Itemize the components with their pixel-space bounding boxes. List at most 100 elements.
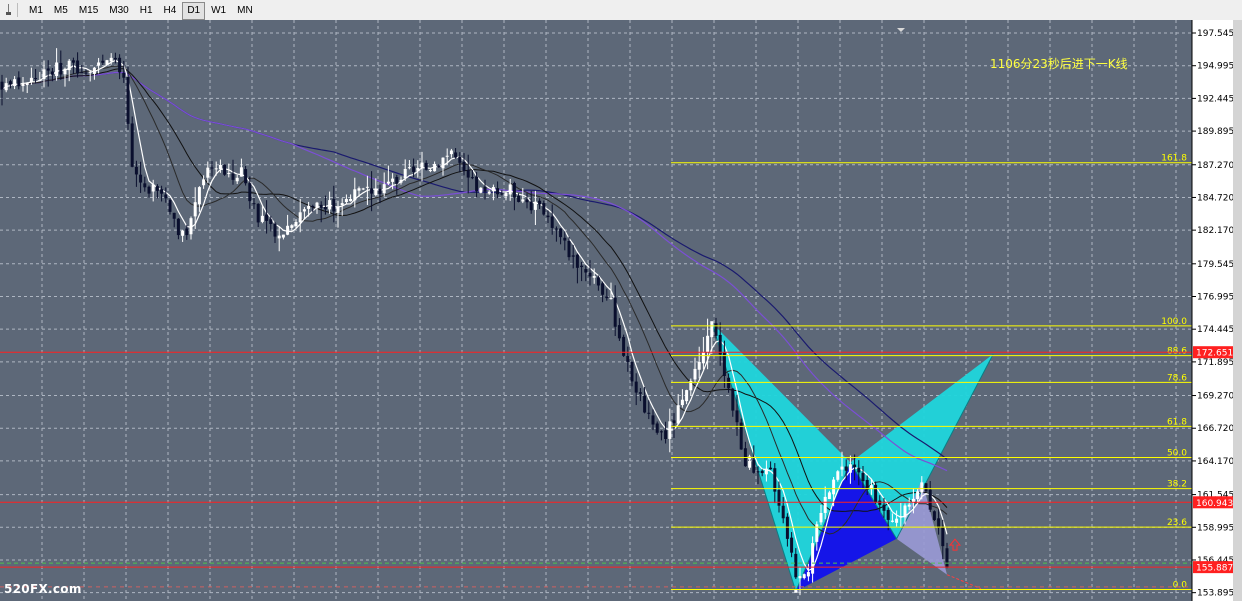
timeframe-w1-button[interactable]: W1: [206, 2, 231, 20]
candle-body: [55, 62, 59, 77]
candle-body: [718, 334, 722, 355]
candle-body: [168, 200, 172, 212]
candle-body: [882, 504, 886, 511]
candle-body: [756, 471, 760, 473]
candle-body: [399, 179, 403, 183]
timeframe-m1-button[interactable]: M1: [24, 2, 48, 20]
candle-body: [945, 548, 949, 568]
axis-tick-label: 189.895: [1197, 127, 1233, 137]
candle-body: [164, 194, 168, 199]
candle-body: [458, 156, 462, 163]
candle-body: [735, 410, 739, 423]
candle-body: [197, 187, 201, 205]
candle-body: [139, 174, 143, 183]
candle-body: [479, 187, 483, 193]
candle-body: [706, 335, 710, 353]
candle-body: [88, 71, 92, 73]
candle-body: [697, 361, 701, 370]
candle-body: [105, 60, 109, 65]
candle-body: [693, 368, 697, 380]
candle-body: [294, 221, 298, 227]
candle-body: [844, 466, 848, 471]
candle-body: [664, 430, 668, 440]
toolbar-grip-icon[interactable]: [2, 3, 18, 17]
price-badge-label: 160.943: [1196, 499, 1233, 509]
candle-body: [685, 390, 689, 402]
watermark-logo: 520FX.com: [4, 582, 82, 596]
candle-body: [231, 173, 235, 180]
candlestick-chart[interactable]: 161.8100.088.678.661.850.038.223.60.0197…: [0, 20, 1233, 601]
timeframe-h4-button[interactable]: H4: [159, 2, 182, 20]
axis-tick-label: 182.170: [1197, 226, 1233, 236]
bar-countdown-text: 1106分23秒后进下一K线: [990, 57, 1128, 71]
candle-body: [680, 399, 684, 406]
candle-body: [302, 209, 306, 212]
timeframe-h1-button[interactable]: H1: [135, 2, 158, 20]
axis-tick-label: 171.895: [1197, 358, 1233, 368]
candle-body: [218, 164, 222, 170]
candle-body: [319, 204, 323, 208]
candle-body: [806, 572, 810, 577]
fib-label: 161.8: [1161, 154, 1187, 164]
fib-label: 38.2: [1167, 480, 1187, 490]
candle-body: [122, 72, 126, 78]
timeframe-mn-button[interactable]: MN: [232, 2, 258, 20]
candle-body: [416, 167, 420, 171]
candle-body: [819, 512, 823, 523]
candle-body: [143, 183, 147, 188]
candle-body: [206, 167, 210, 178]
candle-body: [605, 296, 609, 299]
candle-body: [374, 188, 378, 196]
candle-body: [932, 511, 936, 521]
candle-body: [340, 203, 344, 206]
timeframe-m30-button[interactable]: M30: [104, 2, 133, 20]
candle-body: [17, 77, 21, 87]
candle-body: [109, 57, 113, 62]
candle-body: [235, 177, 239, 182]
candle-body: [437, 165, 441, 168]
candle-body: [886, 509, 890, 520]
candle-body: [244, 169, 248, 184]
fib-label: 78.6: [1167, 373, 1187, 383]
candle-body: [0, 81, 4, 90]
candle-body: [323, 207, 327, 210]
candle-body: [4, 83, 8, 91]
pattern-marker: [794, 589, 798, 593]
candle-body: [248, 183, 252, 202]
candle-body: [273, 223, 277, 237]
candle-body: [592, 276, 596, 278]
candle-body: [441, 157, 445, 169]
candle-body: [941, 527, 945, 547]
candle-body: [349, 198, 353, 202]
candle-body: [655, 423, 659, 433]
candle-body: [748, 460, 752, 468]
fib-label: 50.0: [1167, 448, 1187, 458]
candle-body: [172, 212, 176, 219]
timeframe-m5-button[interactable]: M5: [49, 2, 73, 20]
candle-body: [76, 60, 80, 74]
candle-body: [874, 484, 878, 503]
candle-body: [890, 520, 894, 522]
candle-body: [920, 482, 924, 493]
timeframe-d1-button[interactable]: D1: [182, 2, 206, 20]
candle-body: [214, 168, 218, 170]
candle-body: [8, 81, 12, 85]
fib-label: 88.6: [1167, 347, 1187, 357]
candle-body: [504, 193, 508, 197]
timeframe-m15-button[interactable]: M15: [74, 2, 103, 20]
candle-body: [567, 240, 571, 258]
candle-body: [647, 412, 651, 414]
candle-body: [470, 177, 474, 179]
candle-body: [676, 405, 680, 424]
candle-body: [160, 189, 164, 194]
candle-body: [668, 421, 672, 439]
candle-body: [357, 188, 361, 191]
candle-body: [118, 57, 122, 73]
axis-tick-label: 166.720: [1197, 424, 1233, 434]
candle-body: [790, 537, 794, 553]
candle-body: [626, 356, 630, 362]
timeframe-buttons: M1 M5 M15 M30 H1 H4 D1 W1 MN: [24, 2, 259, 20]
candle-body: [580, 265, 584, 268]
candle-body: [412, 166, 416, 172]
candle-body: [781, 505, 785, 519]
